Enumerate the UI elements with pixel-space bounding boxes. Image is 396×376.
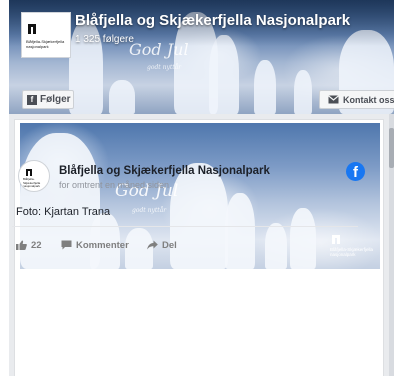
facebook-square-icon: f bbox=[27, 94, 37, 105]
divider bbox=[12, 226, 358, 227]
share-label: Del bbox=[162, 239, 177, 251]
cover-greeting: God Jul bbox=[129, 40, 189, 59]
post-actions: 22 Kommenter Del bbox=[16, 237, 177, 253]
share-arrow-icon bbox=[147, 240, 158, 250]
image-greeting-sub: godt nyttår bbox=[132, 207, 167, 214]
follower-count: 1 325 følgere bbox=[75, 34, 134, 45]
follow-button[interactable]: f Følger bbox=[22, 90, 74, 109]
scrollbar-thumb[interactable] bbox=[389, 128, 394, 168]
page-logo-text: Blåfjella-Skjækerfjella nasjonalpark bbox=[26, 39, 65, 49]
cover-greeting-sub: godt nyttår bbox=[147, 64, 182, 71]
follow-button-label: Følger bbox=[40, 94, 71, 105]
post-timestamp[interactable]: for omtrent en måned siden bbox=[59, 180, 169, 190]
like-button[interactable]: 22 bbox=[16, 240, 61, 251]
share-button[interactable]: Del bbox=[147, 240, 177, 251]
page-title[interactable]: Blåfjella og Skjækerfjella Nasjonalpark bbox=[75, 12, 350, 29]
image-logo-mark bbox=[332, 235, 340, 244]
author-avatar[interactable]: Blåfjella-Skjækerfjella nasjonalpark bbox=[18, 160, 50, 192]
envelope-icon bbox=[328, 95, 339, 104]
avatar-text: Blåfjella-Skjækerfjella nasjonalpark bbox=[23, 177, 41, 188]
like-count: 22 bbox=[31, 239, 42, 251]
thumbs-up-icon bbox=[16, 240, 27, 250]
facebook-logo-icon[interactable]: f bbox=[346, 162, 365, 181]
comment-label: Kommenter bbox=[76, 239, 129, 251]
post-text: Foto: Kjartan Trana bbox=[16, 206, 111, 218]
contact-button[interactable]: Kontakt oss bbox=[319, 90, 394, 109]
comment-button[interactable]: Kommenter bbox=[61, 240, 147, 251]
cover-photo[interactable]: God Jul godt nyttår Blåfjella-Skjækerfje… bbox=[9, 0, 394, 114]
image-logo-text: Blåfjella-Skjækerfjella nasjonalpark bbox=[330, 247, 374, 257]
post-author[interactable]: Blåfjella og Skjækerfjella Nasjonalpark bbox=[59, 165, 270, 177]
comment-bubble-icon bbox=[61, 240, 72, 250]
contact-button-label: Kontakt oss bbox=[343, 94, 394, 105]
page-logo[interactable]: Blåfjella-Skjækerfjella nasjonalpark bbox=[21, 12, 71, 58]
